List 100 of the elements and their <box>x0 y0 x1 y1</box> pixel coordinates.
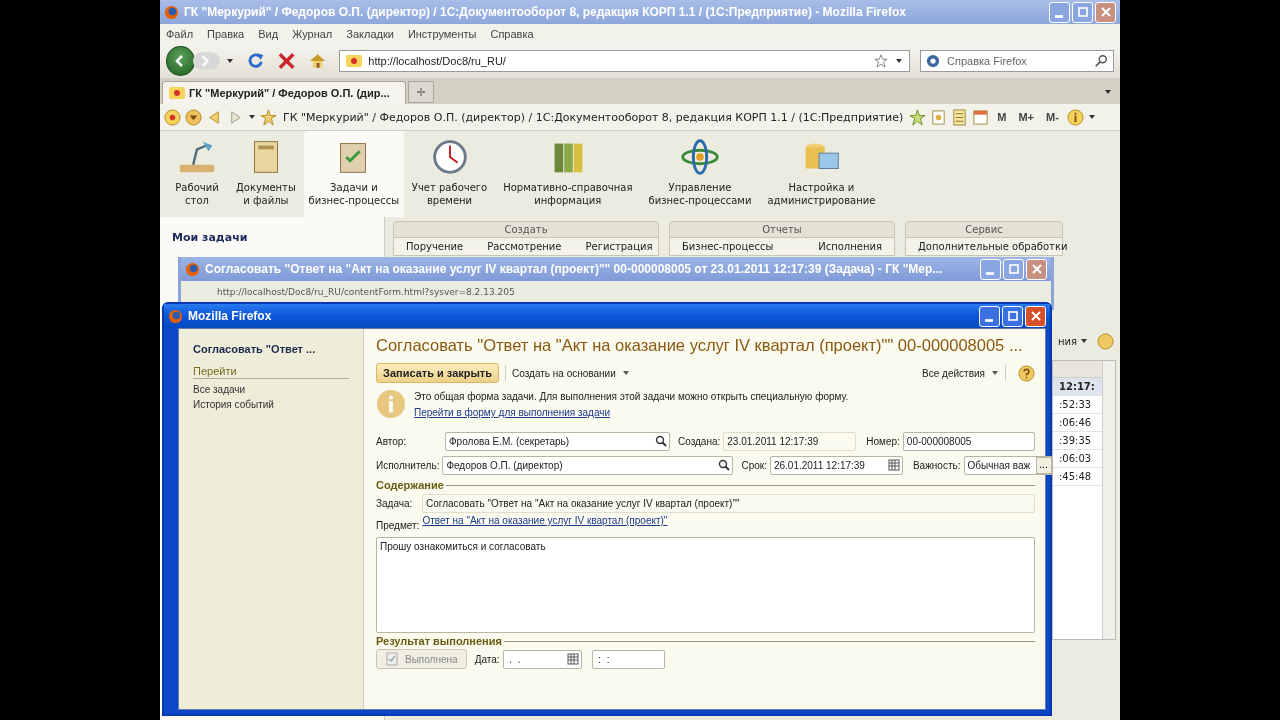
browser-tab[interactable]: ГК "Меркурий" / Федоров О.П. (дир... <box>162 81 406 104</box>
menu-item[interactable]: Вид <box>258 28 279 40</box>
search-field[interactable]: Справка Firefox <box>920 50 1115 72</box>
app-path: ГК "Меркурий" / Федоров О.П. (директор) / 1С:Документооборот 8, редакция КОРП 1.1 / (1С:Предприятие) <box>283 110 904 124</box>
search-icon[interactable] <box>718 459 731 471</box>
search-icon[interactable] <box>655 435 667 447</box>
menu-item[interactable]: Журнал <box>292 28 333 40</box>
maximize-button[interactable] <box>1003 258 1024 280</box>
command-link[interactable]: Рассмотрение <box>475 238 574 255</box>
browser-logo-icon <box>168 308 183 324</box>
menu-item[interactable]: Правка <box>207 28 245 40</box>
subject-link[interactable]: Ответ на "Акт на оказание услуг IV квартал (проект)" <box>422 515 668 526</box>
task-field[interactable]: Согласовать "Ответ на "Акт на оказание услуг IV квартал (проект)"" <box>422 493 1035 513</box>
section-heading: Результат выполнения <box>376 635 502 647</box>
section-tab[interactable]: Настройка и администрирование <box>759 131 884 217</box>
menu-label[interactable]: ния <box>1058 335 1078 347</box>
memory-button[interactable]: M <box>993 111 1011 123</box>
forward-button[interactable] <box>192 51 220 71</box>
dropdown-icon[interactable] <box>1080 337 1089 345</box>
menu-item[interactable]: Файл <box>166 28 194 40</box>
search-icon[interactable] <box>1093 54 1110 68</box>
comment-field[interactable]: Прошу ознакомиться и согласовать <box>376 537 1035 633</box>
form-heading: Согласовать "Ответ ... <box>193 343 317 355</box>
choose-button[interactable]: ... <box>1035 456 1052 474</box>
info-icon[interactable] <box>1066 108 1084 126</box>
field-label: Срок: <box>741 459 767 471</box>
window-title: Согласовать "Ответ на "Акт на оказание услуг IV квартал (проект)"" 00-000008005 от 23.01.2011 12:17:39 (Задача) - ГК "Мер... <box>205 262 944 276</box>
field-label: Создана: <box>678 435 721 447</box>
home-icon[interactable] <box>308 51 328 71</box>
address-field[interactable]: http://localhost/Doc8/ru_RU/ <box>339 50 911 72</box>
menu-item[interactable]: Инструменты <box>407 28 477 40</box>
created-field[interactable]: 23.01.2011 12:17:39 <box>723 431 857 451</box>
section-tab[interactable]: Управление бизнес-процессами <box>640 131 760 217</box>
save-close-button[interactable]: Записать и закрыть <box>376 363 500 383</box>
date-field[interactable]: . . <box>502 649 582 669</box>
command-link[interactable]: Дополнительные обработки <box>906 238 1080 255</box>
field-label: Дата: <box>474 653 500 665</box>
close-icon <box>1031 264 1042 274</box>
all-actions-menu[interactable]: Все действия <box>922 367 985 379</box>
menu-item[interactable]: Справка <box>490 28 534 40</box>
new-tab-button[interactable]: ✛ <box>408 81 434 103</box>
dropdown-circle-icon[interactable] <box>185 108 202 126</box>
author-field[interactable]: Фролова Е.М. (секретарь) <box>445 431 670 451</box>
create-based-menu[interactable]: Создать на основании <box>512 367 616 379</box>
notice-text: Это общая форма задачи. Для выполнения этой задачи можно открыть специальную форму. <box>414 391 849 402</box>
table-cell[interactable]: 12:17: <box>1053 378 1102 396</box>
dropdown-icon[interactable] <box>1087 113 1096 121</box>
info-icon <box>376 389 406 419</box>
history-dropdown-icon[interactable] <box>248 113 256 121</box>
calendar-icon[interactable] <box>887 459 900 471</box>
site-icon <box>169 86 185 100</box>
back-button[interactable] <box>166 46 195 76</box>
menu-item[interactable]: Закладки <box>346 28 394 40</box>
section-tab[interactable]: Рабочий стол <box>166 131 228 217</box>
star-add-icon[interactable] <box>909 108 927 126</box>
calendar-icon[interactable] <box>972 108 990 126</box>
memory-button[interactable]: M- <box>1042 111 1063 123</box>
number-field[interactable]: 00-000008005 <box>902 431 1035 451</box>
close-button[interactable] <box>1025 305 1046 327</box>
dropdown-icon[interactable] <box>895 57 904 65</box>
tab-list-icon[interactable] <box>1104 88 1112 96</box>
form-link[interactable]: Перейти в форму для выполнения задачи <box>414 407 611 418</box>
field-label: Задача: <box>376 497 414 509</box>
section-tab[interactable]: Задачи и бизнес-процессы <box>303 131 404 217</box>
calendar-icon[interactable] <box>566 653 579 665</box>
history-dropdown-icon[interactable] <box>225 57 234 65</box>
command-link[interactable]: Регистрация <box>573 238 665 255</box>
scrollbar[interactable] <box>1102 361 1115 639</box>
browser-logo-icon <box>164 4 179 20</box>
memory-button[interactable]: M+ <box>1014 111 1039 123</box>
search-engine-icon[interactable] <box>925 54 942 68</box>
stop-icon[interactable] <box>276 51 297 71</box>
command-link[interactable]: Бизнес-процессы <box>670 238 786 255</box>
minimize-icon <box>985 271 994 275</box>
section-tab[interactable]: Документы и файлы <box>228 131 304 217</box>
time-field[interactable]: : : <box>591 649 665 669</box>
importance-field[interactable]: Обычная важ ... <box>963 455 1053 475</box>
dropdown-icon[interactable] <box>621 369 630 377</box>
favorite-star-icon[interactable] <box>260 108 277 126</box>
site-icon <box>346 54 363 68</box>
nav-link[interactable]: История событий <box>193 397 349 412</box>
section-tab[interactable]: Учет рабочего времени <box>403 131 496 217</box>
checklist-icon <box>385 652 399 666</box>
nav-link[interactable]: Все задачи <box>193 382 349 397</box>
close-button[interactable] <box>1026 258 1047 280</box>
section-tab[interactable]: Нормативно-справочная информация <box>495 131 641 217</box>
maximize-button[interactable] <box>1002 305 1023 327</box>
nav-item[interactable]: Мои задачи <box>172 231 248 244</box>
dropdown-icon[interactable] <box>991 369 999 377</box>
minimize-button[interactable] <box>979 305 1000 327</box>
due-date-field[interactable]: 26.01.2011 12:17:39 <box>769 455 903 475</box>
performer-field[interactable]: Федоров О.П. (директор) <box>442 455 734 475</box>
app-logo-icon[interactable] <box>164 108 181 126</box>
bookmark-star-icon[interactable] <box>873 54 890 68</box>
minimize-button[interactable] <box>980 258 1001 280</box>
command-link[interactable]: Исполнения <box>806 238 894 255</box>
maximize-icon <box>1008 264 1019 274</box>
command-link[interactable]: Поручение <box>394 238 476 255</box>
calculator-icon[interactable] <box>951 108 969 126</box>
minimize-icon <box>984 318 993 322</box>
